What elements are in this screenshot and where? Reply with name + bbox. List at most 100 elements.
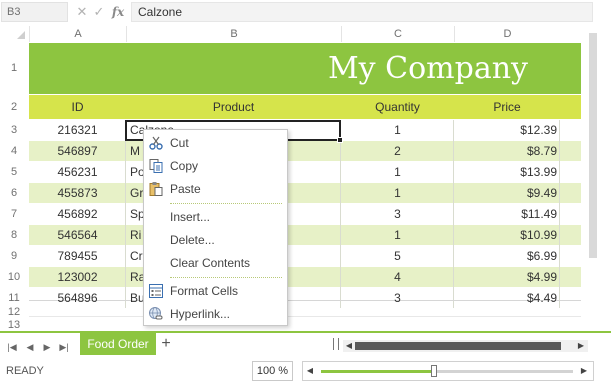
cell-product[interactable]: Po xyxy=(126,162,143,182)
menu-item-cut[interactable]: Cut xyxy=(144,132,287,154)
cancel-x-icon[interactable]: ✕ xyxy=(74,2,90,22)
header-cell-id[interactable]: ID xyxy=(29,95,126,119)
row-header[interactable]: 6 xyxy=(0,183,28,203)
row-header[interactable]: 8 xyxy=(0,225,28,245)
column-header-a[interactable]: A xyxy=(29,26,126,42)
column-header-c[interactable]: C xyxy=(341,26,454,42)
menu-item-paste[interactable]: Paste xyxy=(144,178,287,200)
cell-quantity[interactable]: 1 xyxy=(341,162,454,182)
menu-item-format-cells[interactable]: Format Cells xyxy=(144,280,287,302)
cell-price[interactable]: $4.49 xyxy=(454,288,560,308)
prev-sheet-icon[interactable]: ◀ xyxy=(23,340,37,354)
cell-id[interactable]: 789455 xyxy=(29,246,126,266)
menu-item-clear-contents[interactable]: Clear Contents xyxy=(144,252,287,274)
cell-product[interactable]: Ra xyxy=(126,267,143,287)
cell-id[interactable]: 564896 xyxy=(29,288,126,308)
cell-product[interactable]: Gr xyxy=(126,183,143,203)
cell-quantity[interactable]: 1 xyxy=(341,183,454,203)
first-sheet-icon[interactable]: |◀ xyxy=(5,340,19,354)
scissors-icon xyxy=(148,135,164,151)
cell-product[interactable]: Ri xyxy=(126,225,143,245)
cell-quantity[interactable]: 3 xyxy=(341,204,454,224)
row-header[interactable]: 1 xyxy=(0,43,28,94)
company-title-cell[interactable]: My Company xyxy=(29,43,528,94)
row-header[interactable]: 9 xyxy=(0,246,28,266)
menu-item-label: Copy xyxy=(170,159,199,173)
cell-id[interactable]: 546564 xyxy=(29,225,126,245)
menu-item-copy[interactable]: Copy xyxy=(144,155,287,177)
row-header[interactable]: 5 xyxy=(0,162,28,182)
menu-separator xyxy=(170,203,282,204)
function-fx-icon[interactable]: fx xyxy=(109,2,127,22)
header-cell-quantity[interactable]: Quantity xyxy=(341,95,454,119)
cell-price[interactable]: $4.99 xyxy=(454,267,560,287)
zoom-out-arrow-icon[interactable]: ◀ xyxy=(303,362,317,380)
horizontal-scroll-thumb[interactable] xyxy=(355,342,561,350)
menu-separator xyxy=(170,277,282,278)
header-cell-product[interactable]: Product xyxy=(126,95,341,119)
cell-quantity[interactable]: 4 xyxy=(341,267,454,287)
cell-quantity[interactable]: 2 xyxy=(341,141,454,161)
cell-id[interactable]: 546897 xyxy=(29,141,126,161)
header-cell-price[interactable]: Price xyxy=(454,95,560,119)
cell-quantity[interactable]: 5 xyxy=(341,246,454,266)
menu-item-label: Hyperlink... xyxy=(170,307,231,321)
column-header-b[interactable]: B xyxy=(126,26,341,42)
cell-product[interactable]: Cr xyxy=(126,246,143,266)
row-header[interactable]: 7 xyxy=(0,204,28,224)
copy-icon xyxy=(148,158,164,174)
row-header[interactable]: 4 xyxy=(0,141,28,161)
name-box[interactable]: B3 xyxy=(1,2,68,22)
confirm-check-icon[interactable]: ✓ xyxy=(91,2,107,22)
menu-item-hyperlink[interactable]: Hyperlink... xyxy=(144,303,287,325)
column-header-d[interactable]: D xyxy=(454,26,560,42)
vertical-scroll-thumb[interactable] xyxy=(589,33,597,258)
zoom-in-arrow-icon[interactable]: ▶ xyxy=(577,362,591,380)
fill-handle[interactable] xyxy=(337,137,343,143)
paste-clipboard-icon xyxy=(148,181,164,197)
menu-item-label: Clear Contents xyxy=(170,256,251,270)
cell-price[interactable]: $6.99 xyxy=(454,246,560,266)
hyperlink-globe-icon xyxy=(148,306,164,322)
cell-price[interactable]: $10.99 xyxy=(454,225,560,245)
next-sheet-icon[interactable]: ▶ xyxy=(40,340,54,354)
menu-item-delete[interactable]: Delete... xyxy=(144,229,287,251)
format-cells-icon xyxy=(148,283,164,299)
cell-price[interactable]: $12.39 xyxy=(454,120,560,140)
cell-price[interactable]: $9.49 xyxy=(454,183,560,203)
sheet-tab-food-order[interactable]: Food Order xyxy=(80,333,156,355)
cell-product[interactable]: M xyxy=(126,141,143,161)
formula-input[interactable]: Calzone xyxy=(131,2,593,22)
cell-id[interactable]: 216321 xyxy=(29,120,126,140)
context-menu: Cut Copy Paste Insert... Delete... Clear… xyxy=(143,129,288,326)
cell-id[interactable]: 456231 xyxy=(29,162,126,182)
cell-quantity[interactable]: 1 xyxy=(341,120,454,140)
row-header[interactable]: 13 xyxy=(0,318,28,332)
cell-price[interactable]: $8.79 xyxy=(454,141,560,161)
cell-id[interactable]: 455873 xyxy=(29,183,126,203)
last-sheet-icon[interactable]: ▶| xyxy=(57,340,71,354)
menu-item-label: Cut xyxy=(170,136,189,150)
cell-price[interactable]: $13.99 xyxy=(454,162,560,182)
cell-price[interactable]: $11.49 xyxy=(454,204,560,224)
menu-item-label: Paste xyxy=(170,182,201,196)
cell-product[interactable]: Bu xyxy=(126,288,143,308)
cell-id[interactable]: 123002 xyxy=(29,267,126,287)
zoom-track-fill xyxy=(321,370,434,373)
select-all-corner[interactable] xyxy=(0,26,28,42)
menu-item-insert[interactable]: Insert... xyxy=(144,206,287,228)
cell-id[interactable]: 456892 xyxy=(29,204,126,224)
add-sheet-plus-icon[interactable]: + xyxy=(159,335,173,353)
zoom-slider-thumb[interactable] xyxy=(431,365,437,377)
scroll-right-arrow-icon[interactable]: ▶ xyxy=(576,340,586,352)
scroll-left-arrow-icon[interactable]: ◀ xyxy=(344,340,354,352)
cell-quantity[interactable]: 3 xyxy=(341,288,454,308)
cell-quantity[interactable]: 1 xyxy=(341,225,454,245)
row-header[interactable]: 10 xyxy=(0,267,28,287)
zoom-level-box[interactable]: 100 % xyxy=(252,361,293,381)
row-header[interactable]: 3 xyxy=(0,120,28,140)
menu-item-label: Format Cells xyxy=(170,284,239,298)
cell-product[interactable]: Sp xyxy=(126,204,143,224)
tab-splitter-handle[interactable] xyxy=(333,338,339,350)
row-header[interactable]: 2 xyxy=(0,95,28,119)
